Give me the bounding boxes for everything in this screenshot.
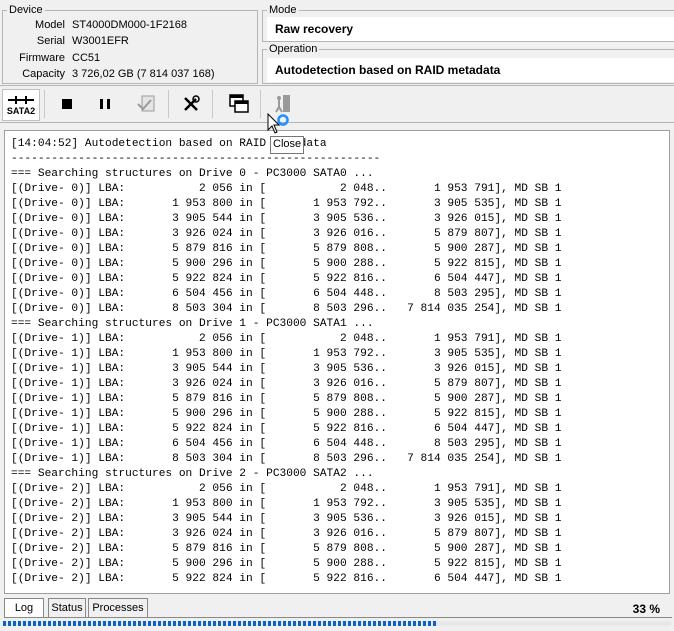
- log-line: [(Drive- 2)] LBA: 2 056 in [ 2 048.. 1 9…: [11, 483, 562, 495]
- approve-document-button[interactable]: [132, 90, 162, 118]
- tab-log[interactable]: Log: [4, 598, 44, 618]
- log-line: [(Drive- 0)] LBA: 5 900 296 in [ 5 900 2…: [11, 258, 562, 270]
- device-capacity-label: Capacity: [22, 68, 65, 80]
- log-line: [(Drive- 2)] LBA: 3 905 544 in [ 3 905 5…: [11, 513, 562, 525]
- log-line: === Searching structures on Drive 0 - PC…: [11, 168, 374, 180]
- log-line: [(Drive- 1)] LBA: 6 504 456 in [ 6 504 4…: [11, 438, 562, 450]
- operation-legend: Operation: [267, 43, 320, 56]
- log-line: [(Drive- 1)] LBA: 5 922 824 in [ 5 922 8…: [11, 423, 562, 435]
- log-line: [(Drive- 2)] LBA: 5 879 816 in [ 5 879 8…: [11, 543, 562, 555]
- windows-button[interactable]: [224, 90, 254, 118]
- log-line: [(Drive- 0)] LBA: 5 922 824 in [ 5 922 8…: [11, 273, 562, 285]
- toolbar: SATA2: [0, 85, 674, 123]
- sata-connector-icon: [8, 96, 34, 104]
- log-line: [14:04:52] Autodetection based on RAID m…: [11, 138, 327, 150]
- stop-icon: [62, 99, 72, 109]
- log-line: [(Drive- 0)] LBA: 6 504 456 in [ 6 504 4…: [11, 288, 562, 300]
- pause-button[interactable]: [90, 90, 120, 118]
- sata-port-button[interactable]: SATA2: [2, 89, 40, 121]
- log-line: [(Drive- 1)] LBA: 8 503 304 in [ 8 503 2…: [11, 453, 562, 465]
- device-serial-value: W3001EFR: [72, 35, 129, 47]
- log-line: ----------------------------------------…: [11, 153, 381, 165]
- log-line: [(Drive- 2)] LBA: 1 953 800 in [ 1 953 7…: [11, 498, 562, 510]
- close-tooltip: Close: [270, 136, 305, 154]
- log-line: === Searching structures on Drive 1 - PC…: [11, 318, 374, 330]
- mode-group: Mode Raw recovery: [262, 4, 674, 42]
- tab-processes[interactable]: Processes: [88, 598, 148, 618]
- log-line: [(Drive- 2)] LBA: 5 900 296 in [ 5 900 2…: [11, 558, 562, 570]
- device-model-row: Model ST4000DM000-1F2168: [3, 18, 253, 33]
- device-model-label: Model: [35, 19, 65, 31]
- log-line: [(Drive- 1)] LBA: 1 953 800 in [ 1 953 7…: [11, 348, 562, 360]
- toolbar-separator: [212, 90, 213, 118]
- pause-icon: [100, 99, 110, 109]
- stop-button[interactable]: [52, 90, 82, 118]
- log-line: [(Drive- 0)] LBA: 5 879 816 in [ 5 879 8…: [11, 243, 562, 255]
- toolbar-separator: [168, 90, 169, 118]
- progress-percent: 33 %: [632, 602, 660, 616]
- operation-group: Operation Autodetection based on RAID me…: [262, 43, 674, 84]
- device-legend: Device: [7, 4, 45, 17]
- log-line: [(Drive- 1)] LBA: 3 926 024 in [ 3 926 0…: [11, 378, 562, 390]
- windows-icon: [229, 94, 249, 113]
- device-firmware-row: Firmware CC51: [3, 51, 253, 66]
- mode-legend: Mode: [267, 4, 299, 17]
- device-serial-label: Serial: [36, 35, 65, 47]
- document-check-icon: [137, 95, 155, 112]
- device-firmware-label: Firmware: [19, 52, 65, 64]
- device-capacity-row: Capacity 3 726,02 GB (7 814 037 168): [3, 67, 253, 82]
- progress-bar: [3, 621, 437, 626]
- device-model-value: ST4000DM000-1F2168: [72, 19, 187, 31]
- toolbar-separator: [44, 90, 45, 118]
- device-firmware-value: CC51: [72, 52, 101, 64]
- log-line: [(Drive- 1)] LBA: 5 900 296 in [ 5 900 2…: [11, 408, 562, 420]
- log-line: [(Drive- 1)] LBA: 5 879 816 in [ 5 879 8…: [11, 393, 562, 405]
- device-group: Device Model ST4000DM000-1F2168 Serial W…: [2, 4, 258, 84]
- log-line: [(Drive- 2)] LBA: 3 926 024 in [ 3 926 0…: [11, 528, 562, 540]
- log-line: [(Drive- 2)] LBA: 5 922 824 in [ 5 922 8…: [11, 573, 562, 585]
- log-panel[interactable]: [14:04:52] Autodetection based on RAID m…: [4, 130, 670, 594]
- tab-status[interactable]: Status: [48, 598, 86, 618]
- log-text: [14:04:52] Autodetection based on RAID m…: [5, 131, 669, 587]
- operation-value: Autodetection based on RAID metadata: [267, 58, 674, 82]
- log-line: [(Drive- 0)] LBA: 3 905 544 in [ 3 905 5…: [11, 213, 562, 225]
- tools-icon: [184, 95, 200, 111]
- toolbar-separator: [260, 90, 261, 118]
- mode-value: Raw recovery: [267, 17, 674, 41]
- log-line: === Searching structures on Drive 2 - PC…: [11, 468, 374, 480]
- log-line: [(Drive- 0)] LBA: 8 503 304 in [ 8 503 2…: [11, 303, 562, 315]
- tools-button[interactable]: [176, 90, 206, 118]
- sata-port-label: SATA2: [6, 106, 36, 116]
- exit-door-icon: [275, 95, 290, 113]
- log-line: [(Drive- 1)] LBA: 3 905 544 in [ 3 905 5…: [11, 363, 562, 375]
- device-capacity-value: 3 726,02 GB (7 814 037 168): [72, 68, 215, 80]
- log-line: [(Drive- 1)] LBA: 2 056 in [ 2 048.. 1 9…: [11, 333, 562, 345]
- log-line: [(Drive- 0)] LBA: 2 056 in [ 2 048.. 1 9…: [11, 183, 562, 195]
- device-serial-row: Serial W3001EFR: [3, 34, 253, 49]
- log-line: [(Drive- 0)] LBA: 1 953 800 in [ 1 953 7…: [11, 198, 562, 210]
- log-line: [(Drive- 0)] LBA: 3 926 024 in [ 3 926 0…: [11, 228, 562, 240]
- tabs-baseline: [4, 617, 672, 618]
